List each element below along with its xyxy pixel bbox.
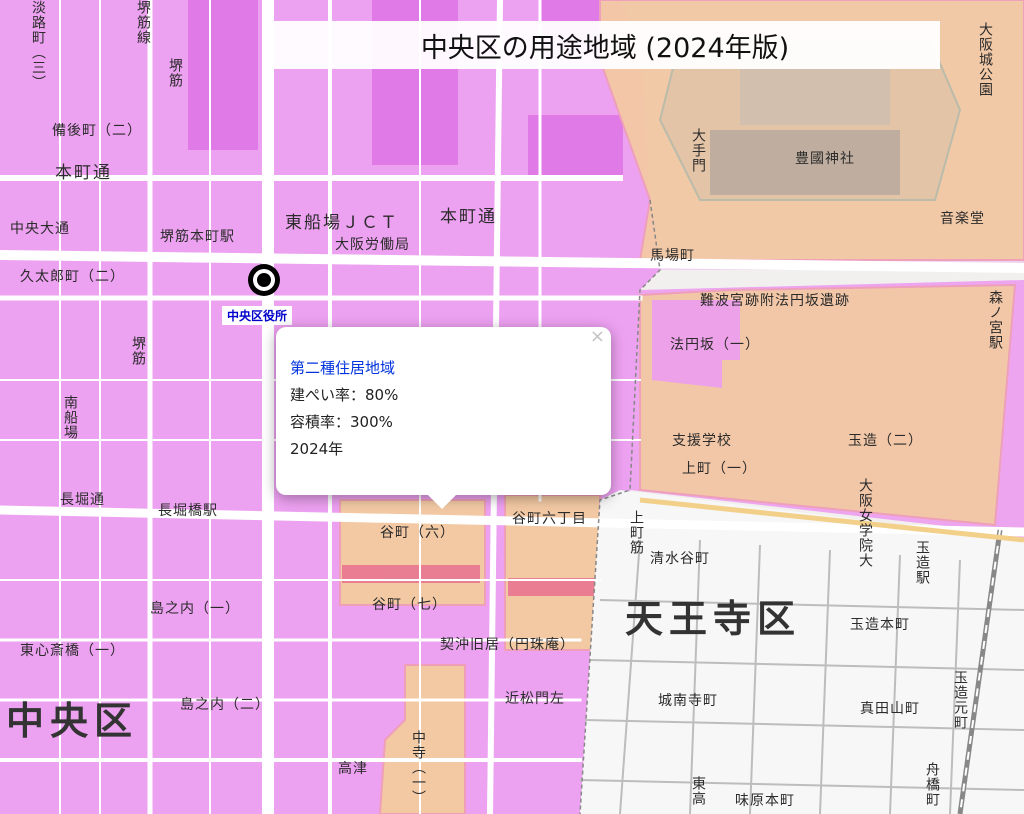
map-title: 中央区の用途地域 (2024年版) <box>270 21 940 69</box>
popup-year: 2024年 <box>290 440 344 458</box>
city-hall-label[interactable]: 中央区役所 <box>222 306 293 325</box>
popup-coverage-ratio: 建ぺい率：80% <box>290 386 399 404</box>
popup-tip <box>428 495 456 509</box>
popup-close-button[interactable]: × <box>590 327 605 347</box>
popup-floor-area-ratio: 容積率：300% <box>290 413 393 431</box>
city-hall-marker-icon[interactable] <box>246 262 282 298</box>
popup-zone-name: 第二種住居地域 <box>290 359 396 377</box>
zone-info-popup[interactable]: × 第二種住居地域 建ぺい率：80% 容積率：300% 2024年 <box>276 327 611 509</box>
tennoji-area <box>580 490 1024 814</box>
popup-body: 第二種住居地域 建ぺい率：80% 容積率：300% 2024年 <box>290 355 398 463</box>
